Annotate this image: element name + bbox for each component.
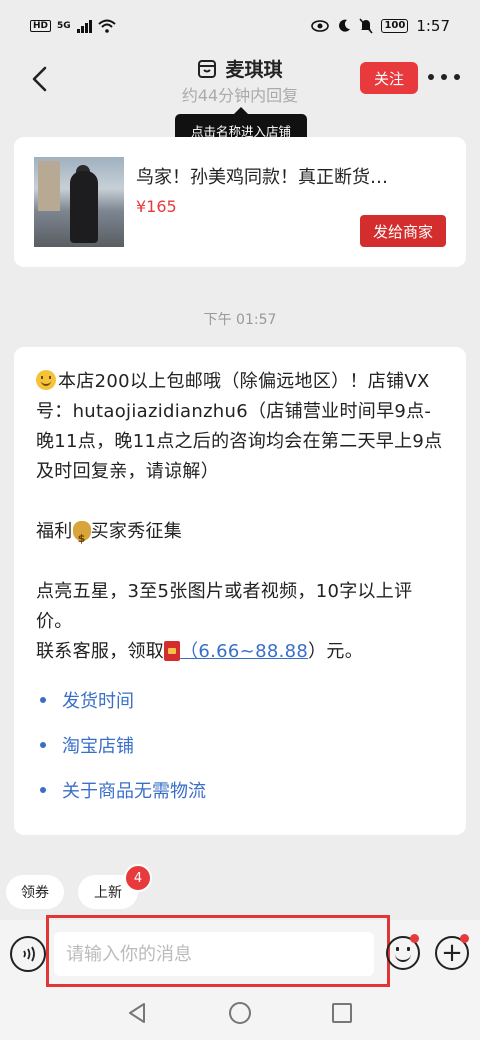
plus-notification-dot xyxy=(460,934,469,943)
shop-name[interactable]: 麦琪琪 xyxy=(225,55,282,82)
battery-icon: 100 xyxy=(381,19,409,33)
time-divider: 下午 01:57 xyxy=(203,312,277,328)
more-options-icon[interactable] xyxy=(428,70,460,84)
message-text-intro: 本店200以上包邮哦（除偏远地区）！店铺VX号：hutaojiazidianzh… xyxy=(36,371,443,482)
status-time: 1:57 xyxy=(416,17,450,35)
message-paragraph: 本店200以上包邮哦（除偏远地区）！店铺VX号：hutaojiazidianzh… xyxy=(36,367,444,487)
follow-button[interactable]: 关注 xyxy=(360,62,418,94)
message-text-service: 联系客服，领取 （6.66~88.88）元。 xyxy=(36,637,444,667)
wifi-icon xyxy=(98,19,116,33)
bullet-icon xyxy=(40,741,46,748)
smile-emoji-icon xyxy=(36,370,56,390)
shop-icon xyxy=(198,59,217,78)
money-bag-emoji-icon xyxy=(72,521,91,554)
quick-link-label[interactable]: 淘宝店铺 xyxy=(62,732,134,758)
bullet-icon xyxy=(40,696,46,703)
message-text-showcase: 买家秀征集 xyxy=(90,521,183,542)
network-type: 5G xyxy=(57,21,71,31)
eye-icon xyxy=(311,20,330,32)
quick-link-no-logistics[interactable]: 关于商品无需物流 xyxy=(36,767,444,812)
status-left: HD 5G xyxy=(30,19,116,33)
nav-back-icon[interactable] xyxy=(126,1002,148,1024)
red-envelope-emoji-icon xyxy=(164,641,181,661)
message-text-claim: 联系客服，领取 xyxy=(36,641,165,662)
message-text-yuan: ）元。 xyxy=(308,641,364,662)
emoji-notification-dot xyxy=(410,934,419,943)
signal-icon xyxy=(76,19,92,33)
input-highlight-box xyxy=(46,915,390,987)
quick-link-label[interactable]: 发货时间 xyxy=(62,687,134,713)
product-image[interactable] xyxy=(34,157,124,247)
quick-links: 发货时间 淘宝店铺 关于商品无需物流 xyxy=(36,677,444,812)
voice-input-button[interactable] xyxy=(10,936,46,972)
quick-link-taobao-shop[interactable]: 淘宝店铺 xyxy=(36,722,444,767)
hd-indicator: HD xyxy=(30,20,52,32)
mute-bell-icon xyxy=(359,18,374,34)
new-arrivals-badge: 4 xyxy=(124,864,152,892)
voice-icon xyxy=(23,946,35,962)
message-text-review: 点亮五星，3至5张图片或者视频，10字以上评价。 xyxy=(36,581,413,632)
coupon-chip[interactable]: 领券 xyxy=(6,875,64,909)
quick-link-shipping-time[interactable]: 发货时间 xyxy=(36,677,444,722)
message-text-welfare: 福利 xyxy=(36,521,73,542)
status-right: 100 1:57 xyxy=(311,17,450,35)
moon-icon xyxy=(339,19,351,32)
product-card[interactable]: 鸟家！孙美鸡同款！真正断货… ¥165 发给商家 xyxy=(14,137,466,267)
product-name[interactable]: 鸟家！孙美鸡同款！真正断货… xyxy=(136,163,436,189)
status-bar: HD 5G 100 1:57 xyxy=(0,0,480,52)
chat-header: 麦琪琪 约44分钟内回复 关注 xyxy=(0,52,480,112)
message-paragraph: 福利买家秀征集 xyxy=(36,517,444,554)
message-bubble: 本店200以上包邮哦（除偏远地区）！店铺VX号：hutaojiazidianzh… xyxy=(14,347,466,835)
product-price: ¥165 xyxy=(136,197,177,216)
bullet-icon xyxy=(40,786,46,793)
reward-range-link[interactable]: （6.66~88.88 xyxy=(180,641,308,662)
message-paragraph: 点亮五星，3至5张图片或者视频，10字以上评价。 联系客服，领取 （6.66~88… xyxy=(36,577,444,667)
input-bar: + xyxy=(0,915,480,988)
send-to-merchant-button[interactable]: 发给商家 xyxy=(360,215,446,247)
nav-recent-apps-icon[interactable] xyxy=(332,1003,352,1023)
system-nav-bar xyxy=(0,988,480,1040)
nav-home-icon[interactable] xyxy=(229,1002,251,1024)
quick-link-label[interactable]: 关于商品无需物流 xyxy=(62,777,206,803)
